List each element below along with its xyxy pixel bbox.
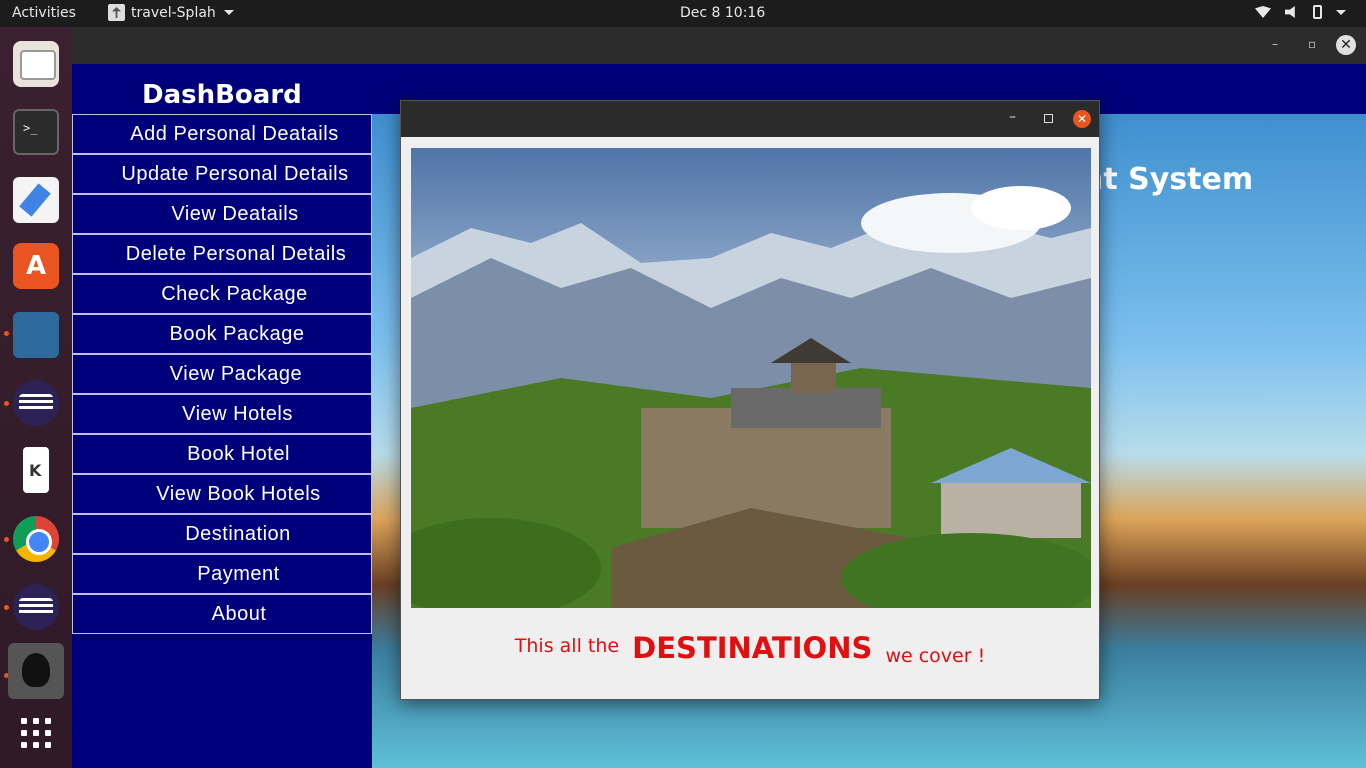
sidebar-menu: Add Personal Deatails Update Personal De… [72,114,372,634]
caption-prefix: This all the [514,635,620,657]
menu-book-hotel[interactable]: Book Hotel [72,434,372,474]
destination-dialog: – ✕ This all the DESTINATIONS we cover ! [400,100,1100,700]
dock [0,27,72,768]
dialog-close-button[interactable]: ✕ [1073,110,1091,128]
menu-view-book-hotels[interactable]: View Book Hotels [72,474,372,514]
menu-update-personal-details[interactable]: Update Personal Details [72,154,372,194]
menu-view-details[interactable]: View Deatails [72,194,372,234]
dialog-titlebar[interactable]: – ✕ [401,101,1099,137]
menu-view-package[interactable]: View Package [72,354,372,394]
background-title: nt System [1082,162,1254,197]
menu-delete-personal-details[interactable]: Delete Personal Details [72,234,372,274]
running-indicator [4,401,9,406]
menu-check-package[interactable]: Check Package [72,274,372,314]
menu-about[interactable]: About [72,594,372,634]
mountain-village-illustration [411,186,1091,608]
activities-button[interactable]: Activities [12,5,76,21]
caption-suffix: we cover ! [885,645,986,667]
caption-highlight: DESTINATIONS [632,631,873,665]
top-bar: Activities travel-Splah Dec 8 10:16 [0,0,1366,27]
destination-image [411,148,1091,608]
app-icon [108,4,125,21]
clock[interactable]: Dec 8 10:16 [680,5,765,21]
main-window-titlebar[interactable]: – ▫ ✕ [72,27,1366,64]
chevron-down-icon [223,10,234,15]
running-indicator [4,605,9,610]
text-editor-icon[interactable] [13,177,59,223]
dialog-maximize-button[interactable] [1044,114,1053,123]
app-menu[interactable]: travel-Splah [108,4,234,21]
destination-caption: This all the DESTINATIONS we cover ! [401,631,1099,667]
system-tray[interactable] [1255,5,1346,19]
volume-icon [1285,6,1295,18]
app-menu-label: travel-Splah [131,4,216,21]
app-store-icon[interactable] [13,243,59,289]
show-apps-icon[interactable] [13,712,59,758]
kde-connect-icon[interactable] [23,447,49,493]
menu-view-hotels[interactable]: View Hotels [72,394,372,434]
menu-destination[interactable]: Destination [72,514,372,554]
minimize-button[interactable]: – [1272,37,1278,51]
menu-book-package[interactable]: Book Package [72,314,372,354]
chrome-icon[interactable] [13,516,59,562]
dashboard-title: DashBoard [142,80,302,110]
maximize-button[interactable]: ▫ [1308,37,1316,51]
eclipse-icon[interactable] [13,584,59,630]
eclipse-icon[interactable] [13,380,59,426]
running-indicator [4,537,9,542]
terminal-icon[interactable] [13,109,59,155]
mysql-workbench-icon[interactable] [13,312,59,358]
menu-payment[interactable]: Payment [72,554,372,594]
menu-add-personal-details[interactable]: Add Personal Deatails [72,114,372,154]
running-indicator [4,331,9,336]
wifi-icon [1255,6,1271,18]
files-icon[interactable] [13,41,59,87]
dialog-minimize-button[interactable]: – [1009,109,1016,125]
battery-icon [1313,5,1322,19]
chevron-down-icon [1336,9,1346,15]
java-app-icon[interactable] [8,643,64,699]
close-button[interactable]: ✕ [1336,35,1356,55]
